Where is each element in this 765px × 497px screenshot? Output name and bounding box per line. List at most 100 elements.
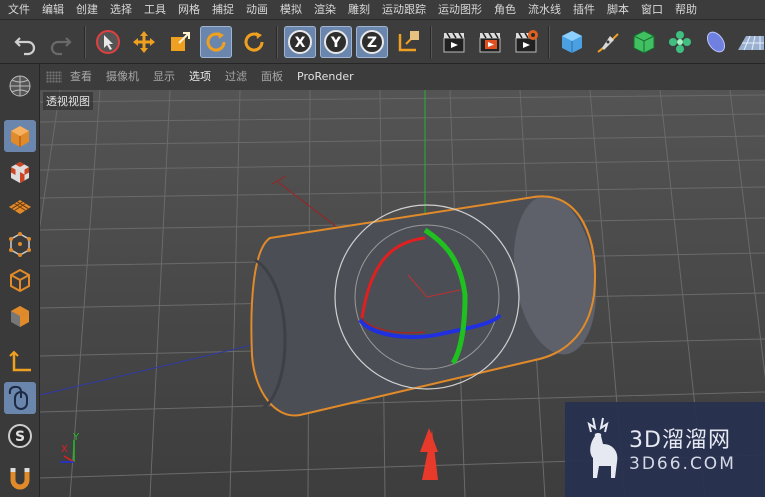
viewport-menu-item[interactable]: ProRender: [297, 64, 354, 90]
menu-item[interactable]: 运动跟踪: [382, 0, 426, 20]
edges-cube-icon: [10, 268, 30, 293]
axis-indicator: Y X: [60, 432, 80, 463]
axis-corner-icon: [9, 350, 31, 372]
menu-item[interactable]: 帮助: [675, 0, 697, 20]
magnet-button[interactable]: [4, 462, 36, 494]
axis-mode-button[interactable]: [4, 346, 36, 378]
render-region-button[interactable]: [474, 26, 506, 58]
menu-item[interactable]: 渲染: [314, 0, 336, 20]
viewport-menu-item[interactable]: 过滤: [225, 64, 247, 90]
z-axis-lock-button[interactable]: Z: [356, 26, 388, 58]
rotate-recent-icon: [244, 32, 264, 52]
floor-grid-icon: [738, 35, 764, 51]
model-mode-button[interactable]: [4, 120, 36, 152]
pen-icon: [597, 33, 619, 53]
points-mode-button[interactable]: [4, 228, 36, 260]
menu-item[interactable]: 动画: [246, 0, 268, 20]
undo-button[interactable]: [10, 26, 42, 58]
menu-item[interactable]: 网格: [178, 0, 200, 20]
clapper-region-icon: [479, 32, 501, 53]
site-watermark: 3D溜溜网 3D66.COM: [565, 402, 765, 497]
viewport-menu-item[interactable]: 选项: [189, 64, 211, 90]
redo-icon: [50, 37, 72, 56]
menu-item[interactable]: 窗口: [641, 0, 663, 20]
globe-grid-icon: [9, 75, 31, 97]
x-axis-label: X: [295, 35, 306, 51]
floor-button[interactable]: [734, 26, 765, 58]
viewport-menu-item[interactable]: 面板: [261, 64, 283, 90]
viewport-menu-item[interactable]: 显示: [153, 64, 175, 90]
grid-plane-icon: [9, 200, 31, 214]
main-toolbar: X Y Z: [0, 20, 765, 64]
menu-item[interactable]: 创建: [76, 0, 98, 20]
viewport-label: 透视视图: [43, 92, 93, 110]
checker-cube-icon: [11, 162, 29, 183]
clapper-settings-icon: [515, 30, 538, 53]
menu-item[interactable]: 运动图形: [438, 0, 482, 20]
menu-item[interactable]: 文件: [8, 0, 30, 20]
live-selection-button[interactable]: [92, 26, 124, 58]
viewport-menu-bar: 查看 摄像机 显示 选项 过滤 面板 ProRender: [40, 64, 765, 90]
snap-button[interactable]: S: [4, 420, 36, 452]
rotate-tool-button[interactable]: [200, 26, 232, 58]
scale-tool-button[interactable]: [164, 26, 196, 58]
render-view-button[interactable]: [438, 26, 470, 58]
magnet-icon: [10, 468, 30, 490]
edges-mode-button[interactable]: [4, 264, 36, 296]
snap-s-icon: S: [8, 424, 32, 448]
deer-logo-icon: [587, 417, 618, 478]
move-arrows-icon: [133, 31, 155, 53]
deformer-button[interactable]: [700, 26, 732, 58]
tweak-mode-button[interactable]: [4, 382, 36, 414]
menu-item[interactable]: 捕捉: [212, 0, 234, 20]
menu-item[interactable]: 模拟: [280, 0, 302, 20]
menu-item[interactable]: 插件: [573, 0, 595, 20]
texture-mode-button[interactable]: [4, 156, 36, 188]
cylinder-object[interactable]: [250, 190, 605, 417]
viewport-menu-item[interactable]: 摄像机: [106, 64, 139, 90]
recent-tool-button[interactable]: [238, 26, 270, 58]
pen-spline-button[interactable]: [592, 26, 624, 58]
menu-item[interactable]: 角色: [494, 0, 516, 20]
cursor-select-icon: [96, 30, 120, 54]
x-axis-icon: X: [288, 30, 312, 54]
render-settings-button[interactable]: [510, 26, 542, 58]
coordinate-system-button[interactable]: [392, 26, 424, 58]
coordinate-system-icon: [398, 31, 419, 52]
workplane-button[interactable]: [4, 70, 36, 102]
axis-indicator-y-label: Y: [72, 432, 80, 443]
undo-icon: [14, 37, 36, 56]
cloner-button[interactable]: [664, 26, 696, 58]
menu-item[interactable]: 流水线: [528, 0, 561, 20]
x-axis-lock-button[interactable]: X: [284, 26, 316, 58]
scale-icon: [171, 32, 190, 51]
subdivision-icon: [633, 30, 655, 54]
y-axis-label: Y: [330, 35, 342, 51]
mouse-icon: [8, 385, 28, 410]
menu-bar: 文件 编辑 创建 选择 工具 网格 捕捉 动画 模拟 渲染 雕刻 运动跟踪 运动图形 角色 流水线 插件 脚本窗…: [0, 0, 765, 20]
viewport-menu-item[interactable]: 查看: [70, 64, 92, 90]
menu-item[interactable]: 选择: [110, 0, 132, 20]
polygons-mode-button[interactable]: [4, 300, 36, 332]
z-axis-icon: Z: [360, 30, 384, 54]
watermark-brand: 3D溜溜网: [629, 428, 731, 453]
cube-object-button[interactable]: [556, 26, 588, 58]
menu-item[interactable]: 脚本: [607, 0, 629, 20]
y-axis-icon: Y: [324, 30, 348, 54]
svg-text:S: S: [15, 429, 25, 445]
redo-button[interactable]: [44, 26, 76, 58]
subdivision-button[interactable]: [628, 26, 660, 58]
cloner-icon: [669, 31, 691, 53]
polygons-cube-icon: [11, 306, 29, 327]
drag-grip-icon[interactable]: [46, 71, 62, 83]
menu-item[interactable]: 工具: [144, 0, 166, 20]
y-axis-lock-button[interactable]: Y: [320, 26, 352, 58]
axis-indicator-x-label: X: [61, 444, 68, 455]
menu-item[interactable]: 雕刻: [348, 0, 370, 20]
deformer-icon: [706, 31, 726, 53]
move-tool-button[interactable]: [128, 26, 160, 58]
workplane-grid-button[interactable]: [4, 192, 36, 224]
z-axis-label: Z: [367, 35, 377, 51]
menu-item[interactable]: 编辑: [42, 0, 64, 20]
left-tool-palette: S: [0, 64, 40, 497]
